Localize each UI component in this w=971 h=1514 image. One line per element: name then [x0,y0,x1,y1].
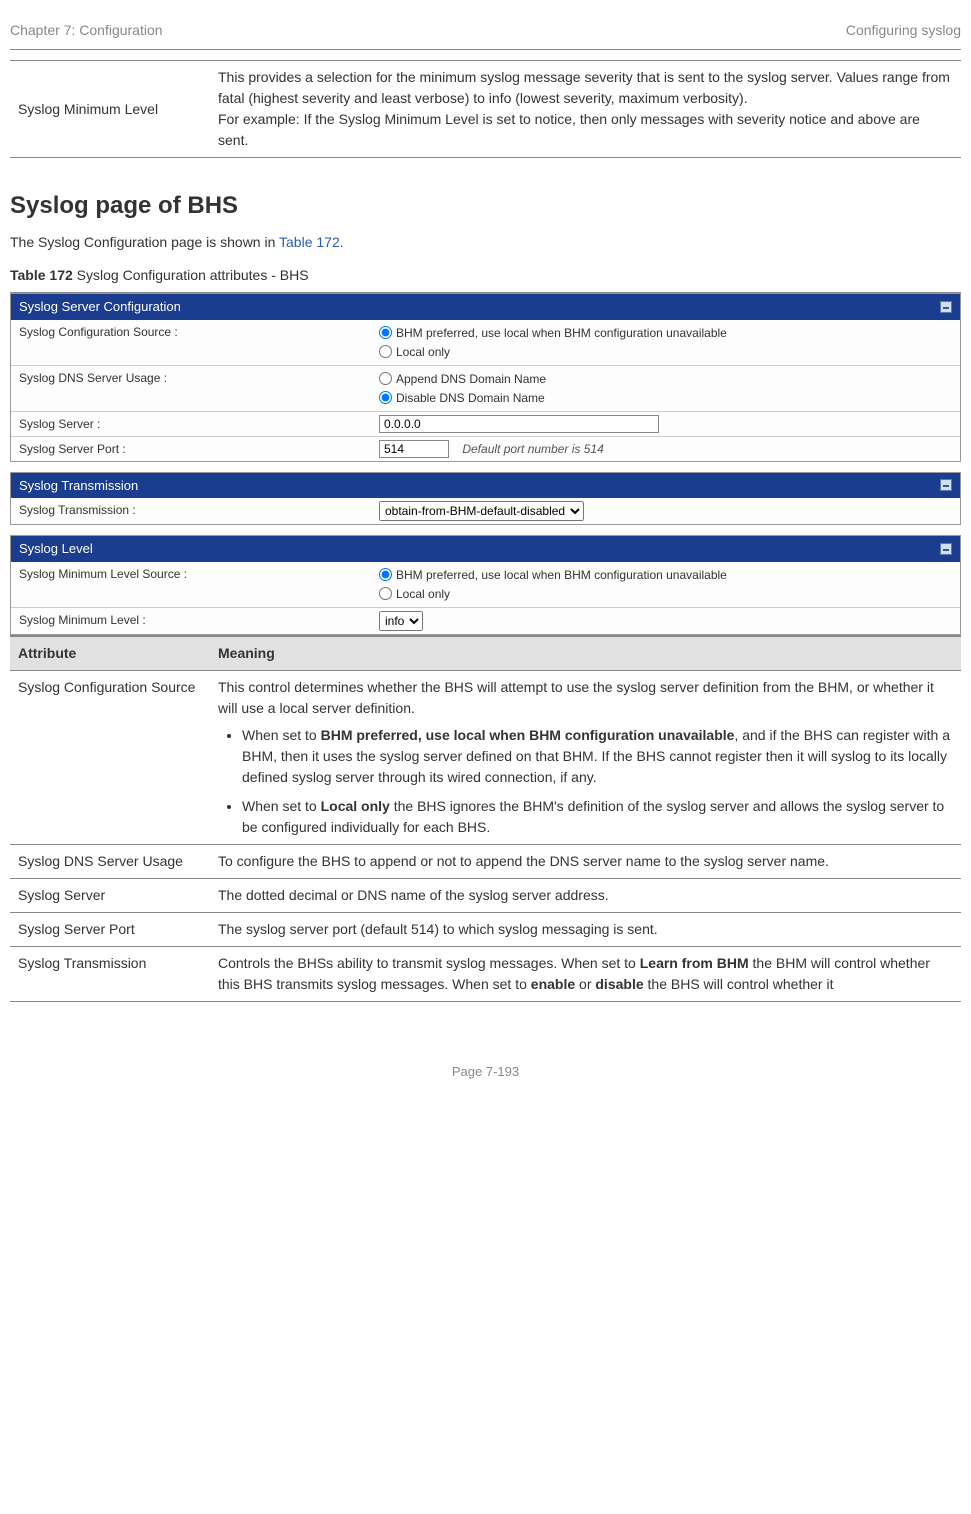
syslog-server-label: Syslog Server : [11,411,371,436]
col-meaning: Meaning [210,636,961,671]
cfg-source-bhm-radio[interactable] [379,326,392,339]
r5-post: the BHS will control whether it [644,976,834,992]
table-header-row: Attribute Meaning [10,636,961,671]
collapse-icon[interactable] [940,301,952,313]
li-bold: BHM preferred, use local when BHM config… [321,727,735,743]
header-rule [10,49,961,50]
dns-disable-text: Disable DNS Domain Name [396,389,545,407]
transmission-label: Syslog Transmission : [11,498,371,524]
table-row: Syslog Minimum Level This provides a sel… [10,61,961,158]
port-default-note: Default port number is 514 [462,442,603,456]
chapter-label: Chapter 7: Configuration [10,20,163,41]
syslog-server-input[interactable] [379,415,659,433]
desc-p2: For example: If the Syslog Minimum Level… [218,109,953,151]
panel-header: Syslog Level [11,536,960,562]
syslog-server-config-panel: Syslog Server Configuration Syslog Confi… [10,293,961,462]
cfg-source-local-radio[interactable] [379,345,392,358]
table-row: Syslog Configuration Source This control… [10,670,961,844]
prev-attr-table: Syslog Minimum Level This provides a sel… [10,60,961,158]
min-src-bhm-text: BHM preferred, use local when BHM config… [396,566,727,584]
desc-p1: This provides a selection for the minimu… [218,67,953,109]
panel-header: Syslog Server Configuration [11,294,960,320]
table-caption: Table 172 Syslog Configuration attribute… [10,265,961,286]
dns-disable-radio[interactable] [379,391,392,404]
cfg-source-label: Syslog Configuration Source : [11,320,371,366]
dns-append-radio[interactable] [379,372,392,385]
list-item: When set to BHM preferred, use local whe… [242,725,953,788]
attr-meaning: The syslog server port (default 514) to … [210,912,961,946]
attr-meaning: To configure the BHS to append or not to… [210,844,961,878]
panel-title: Syslog Server Configuration [19,297,181,317]
table-row: Syslog Configuration Source : BHM prefer… [11,320,960,366]
ui-screenshot-panels: Syslog Server Configuration Syslog Confi… [10,292,961,635]
syslog-transmission-panel: Syslog Transmission Syslog Transmission … [10,472,961,526]
r5-b1: Learn from BHM [640,955,749,971]
cfg-source-local-text: Local only [396,343,450,361]
col-attribute: Attribute [10,636,210,671]
li-pre: When set to [242,727,321,743]
r5-b3: disable [595,976,643,992]
attr-meaning: Controls the BHSs ability to transmit sy… [210,946,961,1001]
min-level-select[interactable]: info [379,611,423,631]
table-row: Syslog Minimum Level Source : BHM prefer… [11,562,960,608]
attr-name: Syslog Server Port [10,912,210,946]
page-header: Chapter 7: Configuration Configuring sys… [0,20,971,49]
attr-name: Syslog DNS Server Usage [10,844,210,878]
panel-title: Syslog Transmission [19,476,138,496]
table-link[interactable]: Table 172. [279,234,344,250]
table-row: Syslog Transmission : obtain-from-BHM-de… [11,498,960,524]
collapse-icon[interactable] [940,543,952,555]
intro-pre: The Syslog Configuration page is shown i… [10,234,279,250]
dns-usage-label: Syslog DNS Server Usage : [11,365,371,411]
li-bold: Local only [321,798,390,814]
syslog-port-label: Syslog Server Port : [11,436,371,461]
li-pre: When set to [242,798,321,814]
table-row: Syslog Server : [11,411,960,436]
intro-text: The Syslog Configuration page is shown i… [10,232,961,253]
meaning-list: When set to BHM preferred, use local whe… [242,725,953,838]
min-src-local-text: Local only [396,585,450,603]
dns-append-text: Append DNS Domain Name [396,370,546,388]
syslog-port-input[interactable] [379,440,449,458]
min-level-src-label: Syslog Minimum Level Source : [11,562,371,608]
r5-pre: Controls the BHSs ability to transmit sy… [218,955,640,971]
caption-text: Syslog Configuration attributes - BHS [73,267,309,283]
attribute-table: Attribute Meaning Syslog Configuration S… [10,635,961,1002]
r5-or: or [575,976,595,992]
attr-desc: This provides a selection for the minimu… [210,61,961,158]
table-row: Syslog Server Port The syslog server por… [10,912,961,946]
min-src-local-radio[interactable] [379,587,392,600]
table-row: Syslog Minimum Level : info [11,607,960,634]
table-row: Syslog Server Port : Default port number… [11,436,960,461]
table-row: Syslog DNS Server Usage To configure the… [10,844,961,878]
caption-number: Table 172 [10,267,73,283]
min-src-bhm-radio[interactable] [379,568,392,581]
panel-header: Syslog Transmission [11,473,960,499]
syslog-level-panel: Syslog Level Syslog Minimum Level Source… [10,535,961,635]
page-title: Syslog page of BHS [10,188,961,224]
list-item: When set to Local only the BHS ignores t… [242,796,953,838]
table-row: Syslog Transmission Controls the BHSs ab… [10,946,961,1001]
attr-name: Syslog Server [10,878,210,912]
min-level-label: Syslog Minimum Level : [11,607,371,634]
cfg-source-bhm-text: BHM preferred, use local when BHM config… [396,324,727,342]
meaning-p1: This control determines whether the BHS … [218,677,953,719]
page-number: Page 7-193 [0,1062,971,1082]
table-row: Syslog Server The dotted decimal or DNS … [10,878,961,912]
r5-b2: enable [531,976,575,992]
table-row: Syslog DNS Server Usage : Append DNS Dom… [11,365,960,411]
attr-name: Syslog Transmission [10,946,210,1001]
panel-title: Syslog Level [19,539,93,559]
collapse-icon[interactable] [940,479,952,491]
attr-meaning: The dotted decimal or DNS name of the sy… [210,878,961,912]
section-label: Configuring syslog [846,20,961,41]
attr-meaning: This control determines whether the BHS … [210,670,961,844]
transmission-select[interactable]: obtain-from-BHM-default-disabled [379,501,584,521]
attr-label: Syslog Minimum Level [10,61,210,158]
attr-name: Syslog Configuration Source [10,670,210,844]
